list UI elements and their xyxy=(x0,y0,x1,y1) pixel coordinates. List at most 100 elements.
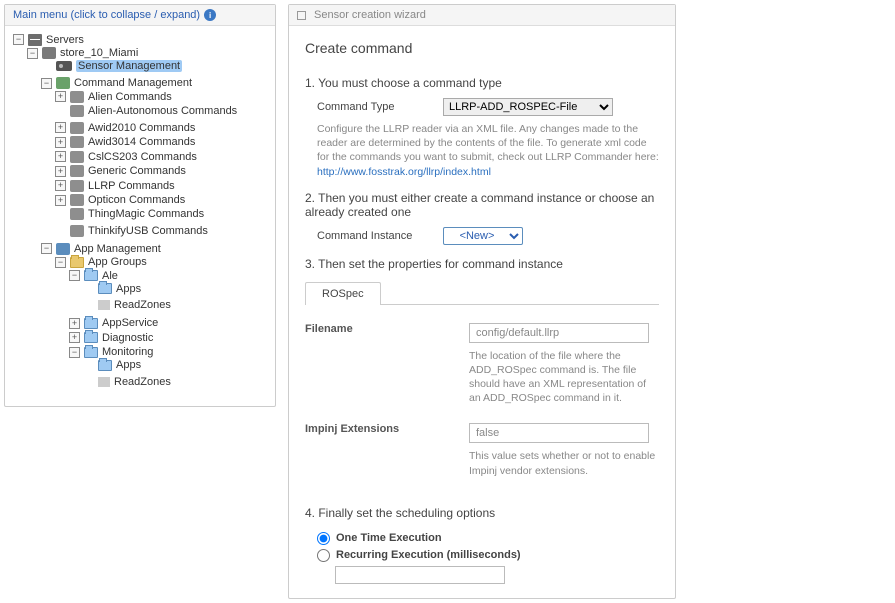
main-menu-title: Main menu (click to collapse / expand) xyxy=(13,9,200,21)
tree-node-cmd[interactable]: +Awid2010 Commands xyxy=(53,122,197,134)
folder-icon xyxy=(84,318,98,329)
sensor-icon xyxy=(56,61,72,71)
tree-node-cmd[interactable]: ThinkifyUSB Commands xyxy=(53,225,210,237)
collapse-icon[interactable]: − xyxy=(13,34,24,45)
readzone-icon xyxy=(98,300,110,310)
cmd-icon xyxy=(70,91,84,103)
cmd-icon xyxy=(70,105,84,117)
collapse-icon[interactable]: − xyxy=(41,78,52,89)
expand-icon[interactable]: + xyxy=(69,332,80,343)
app-mgmt-icon xyxy=(56,243,70,255)
cmd-icon xyxy=(70,208,84,220)
expand-icon[interactable]: + xyxy=(55,180,66,191)
tree-node-apps[interactable]: Apps xyxy=(81,359,143,371)
expand-icon[interactable]: + xyxy=(55,91,66,102)
collapse-icon[interactable]: − xyxy=(69,347,80,358)
step-1-heading: 1. You must choose a command type xyxy=(305,76,659,90)
command-type-label: Command Type xyxy=(317,101,427,113)
collapse-icon[interactable]: − xyxy=(55,257,66,268)
nav-tree: − Servers − store_10_Miami xyxy=(5,26,275,406)
llrp-commander-link[interactable]: http://www.fosstrak.org/llrp/index.html xyxy=(317,166,491,178)
wizard-header-title: Sensor creation wizard xyxy=(314,9,426,21)
command-instance-label: Command Instance xyxy=(317,230,427,242)
folder-icon xyxy=(84,270,98,281)
collapse-icon[interactable]: − xyxy=(69,270,80,281)
command-type-select[interactable]: LLRP-ADD_ROSPEC-File xyxy=(443,98,613,116)
sensor-creation-wizard: Sensor creation wizard Create command 1.… xyxy=(288,4,676,599)
spacer xyxy=(41,61,52,72)
sched-recurring-ms-input[interactable] xyxy=(335,566,505,584)
expand-icon[interactable]: + xyxy=(69,318,80,329)
wizard-glyph-icon xyxy=(297,11,306,20)
tree-node-command-management[interactable]: − Command Management xyxy=(39,77,194,89)
main-menu-panel: Main menu (click to collapse / expand) i… xyxy=(4,4,276,407)
filename-input[interactable] xyxy=(469,323,649,343)
command-mgmt-icon xyxy=(56,77,70,89)
tree-label: Servers xyxy=(46,34,84,46)
cmd-icon xyxy=(70,180,84,192)
tree-node-servers[interactable]: − Servers xyxy=(11,34,86,46)
tree-node-cmd[interactable]: ThingMagic Commands xyxy=(53,208,206,220)
collapse-icon[interactable]: − xyxy=(41,243,52,254)
folder-icon xyxy=(84,332,98,343)
folder-icon xyxy=(70,257,84,268)
expand-icon[interactable]: + xyxy=(55,166,66,177)
sched-recurring-radio[interactable] xyxy=(317,549,330,562)
tree-node-ale[interactable]: − Ale xyxy=(67,270,120,282)
collapse-icon[interactable]: − xyxy=(27,48,38,59)
tree-node-cmd[interactable]: Alien-Autonomous Commands xyxy=(53,105,239,117)
tree-node-cmd[interactable]: +Opticon Commands xyxy=(53,194,187,206)
tree-label: store_10_Miami xyxy=(60,47,138,59)
tree-node-sensor-management[interactable]: Sensor Management xyxy=(39,60,184,72)
expand-icon[interactable]: + xyxy=(55,151,66,162)
impinj-label: Impinj Extensions xyxy=(305,423,469,435)
command-type-help: Configure the LLRP reader via an XML fil… xyxy=(317,122,659,179)
tree-node-readzones[interactable]: ReadZones xyxy=(81,376,173,388)
sched-one-time-option[interactable]: One Time Execution xyxy=(317,530,659,547)
folder-icon xyxy=(98,283,112,294)
expand-icon[interactable]: + xyxy=(55,195,66,206)
tree-node-apps[interactable]: Apps xyxy=(81,283,143,295)
tree-node-cmd[interactable]: +Awid3014 Commands xyxy=(53,136,197,148)
tree-node-store[interactable]: − store_10_Miami xyxy=(25,47,140,59)
tree-node-cmd[interactable]: +CslCS203 Commands xyxy=(53,151,199,163)
cmd-icon xyxy=(70,194,84,206)
command-instance-select[interactable]: <New> xyxy=(443,227,523,245)
step-2-heading: 2. Then you must either create a command… xyxy=(305,191,659,219)
wizard-header: Sensor creation wizard xyxy=(289,5,675,26)
info-icon[interactable]: i xyxy=(204,9,216,21)
sched-recurring-option[interactable]: Recurring Execution (milliseconds) xyxy=(317,547,659,564)
filename-label: Filename xyxy=(305,323,469,335)
expand-icon[interactable]: + xyxy=(55,122,66,133)
cmd-icon xyxy=(70,165,84,177)
wizard-title: Create command xyxy=(305,30,659,64)
tree-label: App Management xyxy=(74,243,161,255)
cmd-icon xyxy=(70,151,84,163)
server-icon xyxy=(28,34,42,46)
tree-label: Command Management xyxy=(74,77,192,89)
tree-label: Sensor Management xyxy=(76,60,182,72)
command-list: +Alien Commands Alien-Autonomous Command… xyxy=(39,89,269,240)
filename-desc: The location of the file where the ADD_R… xyxy=(469,349,659,406)
tree-node-cmd[interactable]: +LLRP Commands xyxy=(53,180,177,192)
tree-node-cmd[interactable]: +Alien Commands xyxy=(53,91,174,103)
folder-icon xyxy=(84,347,98,358)
tree-node-appservice[interactable]: +AppService xyxy=(67,317,160,329)
cmd-icon xyxy=(70,136,84,148)
cmd-icon xyxy=(70,225,84,237)
tree-node-app-management[interactable]: − App Management xyxy=(39,243,163,255)
step-3-heading: 3. Then set the properties for command i… xyxy=(305,257,659,271)
tree-node-readzones[interactable]: ReadZones xyxy=(81,299,173,311)
impinj-input[interactable] xyxy=(469,423,649,443)
tab-rospec[interactable]: ROSpec xyxy=(305,282,381,305)
cmd-icon xyxy=(70,122,84,134)
folder-icon xyxy=(98,360,112,371)
main-menu-header[interactable]: Main menu (click to collapse / expand) i xyxy=(5,5,275,26)
tree-node-monitoring[interactable]: − Monitoring xyxy=(67,346,155,358)
tree-node-diagnostic[interactable]: +Diagnostic xyxy=(67,332,155,344)
tree-node-app-groups[interactable]: − App Groups xyxy=(53,256,149,268)
step-4-heading: 4. Finally set the scheduling options xyxy=(305,506,659,520)
expand-icon[interactable]: + xyxy=(55,137,66,148)
tree-node-cmd[interactable]: +Generic Commands xyxy=(53,165,188,177)
sched-one-time-radio[interactable] xyxy=(317,532,330,545)
